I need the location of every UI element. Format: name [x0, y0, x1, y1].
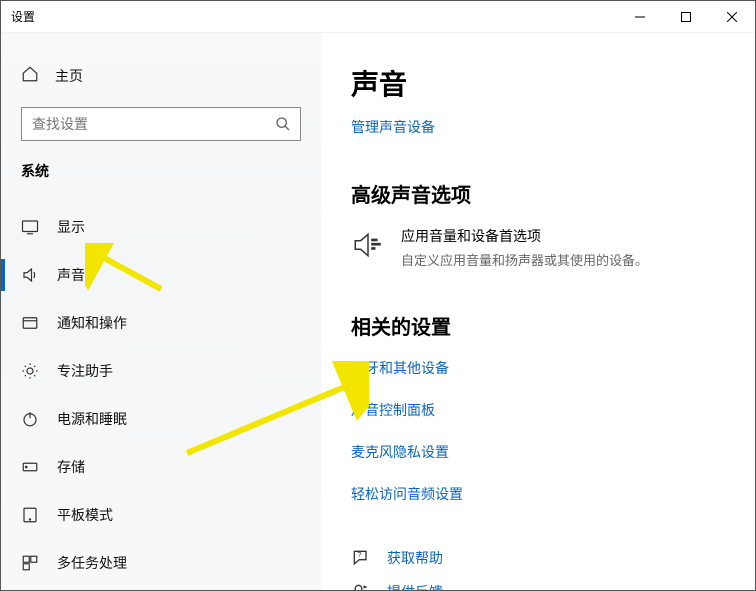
sidebar-item-storage[interactable]: 存储 [1, 443, 321, 491]
search-input[interactable] [22, 116, 266, 132]
sidebar-item-focus-assist[interactable]: 专注助手 [1, 347, 321, 395]
power-icon [21, 410, 39, 428]
link-mic-privacy[interactable]: 麦克风隐私设置 [351, 442, 725, 462]
sidebar-item-label: 专注助手 [57, 361, 301, 381]
sidebar-item-label: 多任务处理 [57, 553, 301, 573]
app-volume-icon [351, 228, 385, 262]
section-related-heading: 相关的设置 [351, 311, 725, 340]
page-title: 声音 [351, 63, 725, 103]
home-icon [21, 65, 39, 88]
tablet-icon [21, 506, 39, 524]
sidebar-item-label: 电源和睡眠 [57, 409, 301, 429]
sidebar-nav: 显示 声音 通知和操作 [1, 203, 321, 587]
home-button[interactable]: 主页 [1, 57, 321, 95]
search-icon [266, 116, 300, 132]
multitask-icon [21, 554, 39, 572]
sound-icon [21, 266, 39, 284]
link-manage-sound-devices[interactable]: 管理声音设备 [351, 117, 435, 137]
sidebar-group-heading: 系统 [1, 161, 321, 181]
sidebar-item-label: 通知和操作 [57, 313, 301, 333]
minimize-icon [635, 12, 645, 22]
sidebar-item-tablet[interactable]: 平板模式 [1, 491, 321, 539]
svg-text:?: ? [357, 550, 361, 559]
section-advanced-heading: 高级声音选项 [351, 179, 725, 208]
window-title: 设置 [11, 8, 35, 25]
storage-icon [21, 458, 39, 476]
sidebar-item-sound[interactable]: 声音 [1, 251, 321, 299]
display-icon [21, 218, 39, 236]
sidebar-item-label: 显示 [57, 217, 301, 237]
maximize-icon [681, 12, 691, 22]
notifications-icon [21, 314, 39, 332]
close-button[interactable] [709, 1, 755, 33]
sidebar-item-label: 声音 [57, 265, 301, 285]
main-panel: 声音 管理声音设备 高级声音选项 应用音量和设备首选项 自定义应用音量和扬声器或… [321, 33, 755, 590]
sidebar-item-label: 存储 [57, 457, 301, 477]
window-controls [617, 1, 755, 32]
sidebar-item-notifications[interactable]: 通知和操作 [1, 299, 321, 347]
sidebar: 主页 系统 显示 [1, 33, 321, 590]
feedback-icon [351, 582, 371, 590]
app-volume-desc: 自定义应用音量和扬声器或其使用的设备。 [401, 250, 648, 269]
app-volume-row[interactable]: 应用音量和设备首选项 自定义应用音量和扬声器或其使用的设备。 [351, 226, 725, 269]
app-volume-title: 应用音量和设备首选项 [401, 226, 648, 246]
minimize-button[interactable] [617, 1, 663, 33]
link-feedback[interactable]: 提供反馈 [387, 582, 443, 590]
sidebar-item-multitask[interactable]: 多任务处理 [1, 539, 321, 587]
content-area: 主页 系统 显示 [1, 33, 755, 590]
feedback-row[interactable]: 提供反馈 [351, 578, 725, 590]
link-ease-of-access-audio[interactable]: 轻松访问音频设置 [351, 484, 725, 504]
link-sound-control-panel[interactable]: 声音控制面板 [351, 400, 725, 420]
settings-window: 设置 主页 [0, 0, 756, 591]
home-label: 主页 [55, 66, 83, 86]
link-bluetooth[interactable]: 蓝牙和其他设备 [351, 358, 725, 378]
close-icon [727, 12, 737, 22]
sidebar-item-label: 平板模式 [57, 505, 301, 525]
help-icon: ? [351, 548, 371, 568]
link-get-help[interactable]: 获取帮助 [387, 548, 443, 568]
sidebar-item-power[interactable]: 电源和睡眠 [1, 395, 321, 443]
titlebar: 设置 [1, 1, 755, 33]
focus-assist-icon [21, 362, 39, 380]
maximize-button[interactable] [663, 1, 709, 33]
search-container [1, 95, 321, 161]
search-box[interactable] [21, 107, 301, 141]
help-row[interactable]: ? 获取帮助 [351, 544, 725, 572]
related-links: 蓝牙和其他设备 声音控制面板 麦克风隐私设置 轻松访问音频设置 [351, 358, 725, 504]
app-volume-text: 应用音量和设备首选项 自定义应用音量和扬声器或其使用的设备。 [401, 226, 648, 269]
sidebar-item-display[interactable]: 显示 [1, 203, 321, 251]
